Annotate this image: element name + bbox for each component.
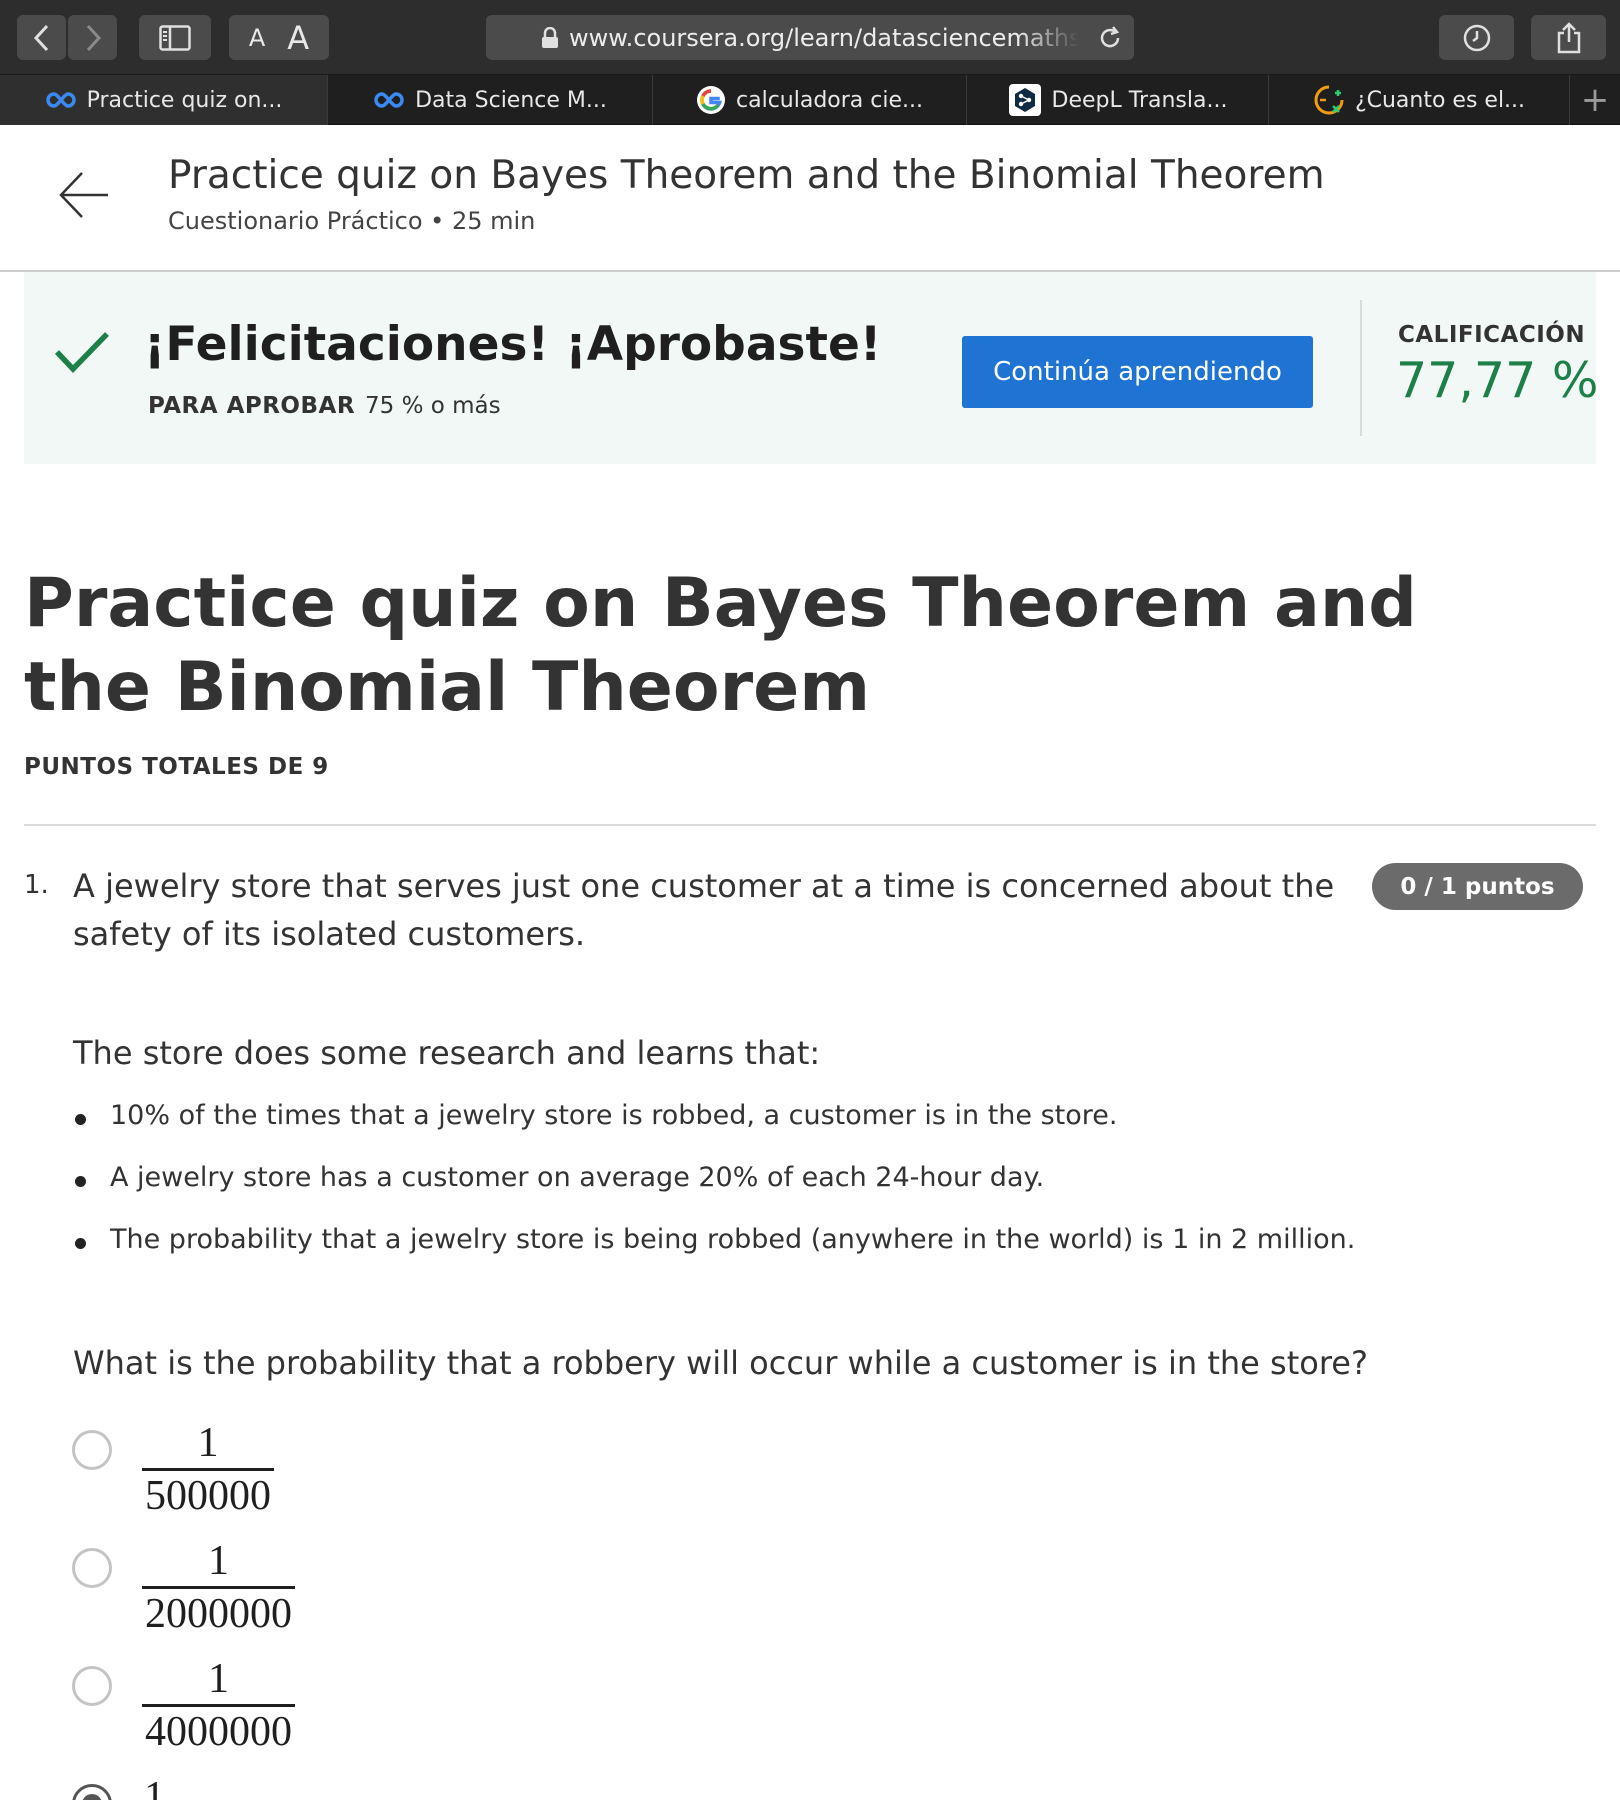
list-item: 10% of the times that a jewelry store is…: [73, 1100, 1355, 1162]
fraction-numerator: 1: [208, 1656, 229, 1702]
calculator-site-icon: [1313, 84, 1345, 116]
url-text: www.coursera.org/learn/datasciencemathsk…: [569, 23, 1079, 52]
clock-icon: [1463, 24, 1490, 51]
points-badge: 0 / 1 puntos: [1372, 863, 1583, 910]
tab-cuanto-es[interactable]: ¿Cuanto es el...: [1269, 75, 1570, 125]
radio-button-selected[interactable]: [72, 1784, 112, 1800]
tab-practice-quiz[interactable]: Practice quiz on...: [0, 75, 328, 125]
fraction-numerator: 1: [208, 1538, 229, 1584]
fraction: 1: [142, 1772, 167, 1800]
fraction: 1 4000000: [142, 1654, 295, 1757]
tab-bar: Practice quiz on... Data Science M... ca…: [0, 75, 1620, 125]
sidebar-toggle-button[interactable]: [139, 15, 211, 60]
answer-option[interactable]: 1 4000000: [72, 1654, 472, 1764]
continue-learning-button[interactable]: Continúa aprendiendo: [962, 336, 1313, 408]
answer-option[interactable]: 1 2000000: [72, 1536, 472, 1646]
tab-calculadora[interactable]: calculadora cie...: [653, 75, 967, 125]
question-text: A jewelry store that serves just one cus…: [73, 867, 1335, 953]
chevron-right-icon: [86, 24, 101, 51]
radio-button[interactable]: [72, 1548, 112, 1588]
fraction: 1 500000: [142, 1418, 274, 1521]
google-icon: [696, 85, 726, 115]
divider: [24, 824, 1596, 826]
checkmark-icon: [54, 332, 109, 373]
quiz-title: Practice quiz on Bayes Theorem and the B…: [24, 564, 1417, 727]
tab-data-science[interactable]: Data Science M...: [328, 75, 653, 125]
tab-label: calculadora cie...: [736, 87, 923, 113]
facts-list: 10% of the times that a jewelry store is…: [73, 1100, 1355, 1286]
address-bar[interactable]: www.coursera.org/learn/datasciencemathsk…: [486, 15, 1134, 60]
question-number: 1.: [24, 870, 49, 900]
fraction-denominator: 2000000: [142, 1586, 295, 1639]
radio-button[interactable]: [72, 1666, 112, 1706]
text-larger-button[interactable]: A: [287, 19, 309, 57]
tab-label: DeepL Transla...: [1051, 87, 1228, 113]
new-tab-button[interactable]: +: [1570, 75, 1620, 125]
page-title: Practice quiz on Bayes Theorem and the B…: [168, 153, 1325, 198]
answer-option[interactable]: 1 500000: [72, 1418, 472, 1528]
coursera-icon: [45, 91, 77, 109]
tab-label: ¿Cuanto es el...: [1354, 87, 1526, 113]
fraction-numerator: 1: [144, 1774, 165, 1800]
question-prompt: What is the probability that a robbery w…: [73, 1344, 1368, 1382]
list-item: The probability that a jewelry store is …: [73, 1224, 1355, 1286]
pass-label: PARA APROBAR: [148, 393, 356, 419]
total-points: PUNTOS TOTALES DE 9: [24, 754, 329, 780]
fraction-denominator: 500000: [142, 1468, 274, 1521]
fraction-numerator: 1: [197, 1420, 219, 1466]
back-arrow-icon[interactable]: [58, 169, 110, 221]
result-banner: ¡Felicitaciones! ¡Aprobaste! PARA APROBA…: [24, 272, 1599, 464]
text-smaller-button[interactable]: A: [249, 24, 265, 52]
forward-nav-button[interactable]: [68, 15, 117, 60]
fraction: 1 2000000: [142, 1536, 295, 1639]
chevron-left-icon: [33, 24, 48, 51]
sidebar-icon: [159, 24, 191, 51]
course-item-header: Practice quiz on Bayes Theorem and the B…: [0, 125, 1620, 272]
page-subtitle: Cuestionario Práctico • 25 min: [168, 207, 536, 235]
grade-label: CALIFICACIÓN: [1398, 322, 1586, 348]
deepl-icon: [1008, 83, 1042, 117]
pass-requirement: PARA APROBAR 75 % o más: [148, 393, 501, 419]
radio-button[interactable]: [72, 1430, 112, 1470]
reload-icon[interactable]: [1096, 24, 1124, 52]
lock-icon: [542, 26, 558, 48]
tab-label: Practice quiz on...: [86, 87, 283, 113]
list-item: A jewelry store has a customer on averag…: [73, 1162, 1355, 1224]
share-icon: [1557, 21, 1580, 53]
divider: [1360, 300, 1362, 436]
back-nav-button[interactable]: [17, 15, 66, 60]
text-size-controls: A A: [229, 15, 329, 60]
tab-label: Data Science M...: [415, 87, 607, 113]
fraction-denominator: 4000000: [142, 1704, 295, 1757]
share-button[interactable]: [1531, 15, 1606, 60]
pass-message: ¡Felicitaciones! ¡Aprobaste!: [144, 317, 882, 372]
tab-deepl[interactable]: DeepL Transla...: [967, 75, 1269, 125]
question-intro: The store does some research and learns …: [73, 1034, 821, 1072]
history-button[interactable]: [1439, 15, 1514, 60]
coursera-icon: [373, 91, 405, 109]
answer-option-selected[interactable]: 1: [72, 1772, 472, 1800]
grade-value: 77,77 %: [1396, 352, 1599, 409]
pass-value: 75 % o más: [365, 393, 501, 419]
browser-toolbar: A A www.coursera.org/learn/datasciencema…: [0, 0, 1620, 75]
